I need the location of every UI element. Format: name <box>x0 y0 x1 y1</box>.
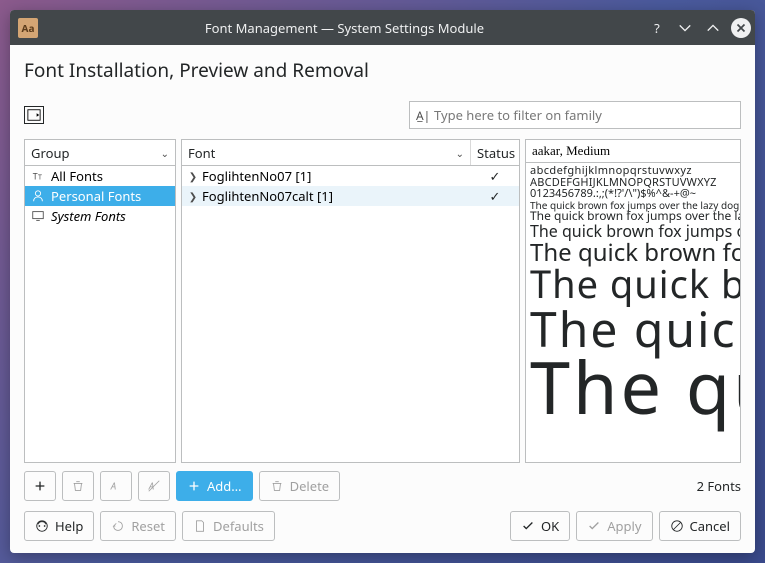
chevron-down-icon: ⌄ <box>161 146 169 160</box>
delete-button: Delete <box>259 471 341 501</box>
disable-font-button: A <box>138 471 170 501</box>
groups-pane: Group ⌄ TT All Fonts Personal Fonts Syste… <box>24 139 176 463</box>
svg-text:T: T <box>38 174 42 183</box>
delete-group-button <box>62 471 94 501</box>
help-icon <box>35 519 49 533</box>
help-button[interactable]: Help <box>24 511 94 541</box>
fonts-count: 2 Fonts <box>697 477 741 495</box>
titlebar: Aa Font Management — System Settings Mod… <box>10 10 755 45</box>
check-icon <box>587 519 601 533</box>
group-label: All Fonts <box>51 167 103 185</box>
toolbar-actions: A A Add… Delete 2 Fonts <box>24 471 741 501</box>
font-row[interactable]: ❯ FoglihtenNo07calt [1] ✓ <box>182 186 519 206</box>
fonts-header: Font⌄ Status <box>182 140 519 166</box>
font-status: ✓ <box>471 187 519 205</box>
window-title: Font Management — System Settings Module <box>46 19 643 37</box>
maximize-icon[interactable] <box>703 18 723 38</box>
expand-icon[interactable]: ❯ <box>186 169 200 183</box>
group-header-label: Group <box>31 144 69 162</box>
preview-body: abcdefghijklmnopqrstuvwxyz ABCDEFGHIJKLM… <box>526 163 740 462</box>
font-all-icon: TT <box>31 169 45 183</box>
plus-icon <box>187 479 201 493</box>
undo-icon <box>111 519 125 533</box>
add-button[interactable]: Add… <box>176 471 253 501</box>
preview-font-name: aakar, Medium <box>526 140 740 163</box>
content-area: Font Installation, Preview and Removal A… <box>10 45 755 553</box>
cancel-icon <box>670 519 684 533</box>
dialog-window: Aa Font Management — System Settings Mod… <box>10 10 755 553</box>
reset-button: Reset <box>100 511 176 541</box>
expand-icon[interactable]: ❯ <box>186 189 200 203</box>
trash-icon <box>71 479 85 493</box>
group-item-system[interactable]: System Fonts <box>25 206 175 226</box>
fonts-pane: Font⌄ Status ❯ FoglihtenNo07 [1] ✓ ❯ Fog… <box>181 139 520 463</box>
preview-pane: aakar, Medium abcdefghijklmnopqrstuvwxyz… <box>525 139 741 463</box>
filter-icon: A̲| <box>416 107 434 124</box>
toolbox-icon[interactable] <box>24 106 44 124</box>
top-row: A̲| <box>24 101 741 129</box>
group-item-personal[interactable]: Personal Fonts <box>25 186 175 206</box>
close-icon[interactable] <box>731 18 751 38</box>
page-title: Font Installation, Preview and Removal <box>24 57 741 83</box>
main-panes: Group ⌄ TT All Fonts Personal Fonts Syste… <box>24 139 741 463</box>
ok-button[interactable]: OK <box>510 511 570 541</box>
groups-header[interactable]: Group ⌄ <box>25 140 175 166</box>
dialog-buttons: Help Reset Defaults OK Apply Cancel <box>24 511 741 541</box>
status-column-header[interactable]: Status <box>471 140 519 165</box>
font-row[interactable]: ❯ FoglihtenNo07 [1] ✓ <box>182 166 519 186</box>
svg-text:A: A <box>110 480 116 493</box>
help-titlebar-icon[interactable]: ? <box>647 18 667 38</box>
svg-text:T: T <box>33 171 38 183</box>
user-icon <box>31 189 45 203</box>
fonts-list: ❯ FoglihtenNo07 [1] ✓ ❯ FoglihtenNo07cal… <box>182 166 519 462</box>
group-label: Personal Fonts <box>51 187 141 205</box>
font-enable-icon: A <box>109 479 123 493</box>
plus-icon <box>33 479 47 493</box>
document-icon <box>193 519 207 533</box>
svg-text:A: A <box>148 480 154 493</box>
new-group-button[interactable] <box>24 471 56 501</box>
group-label: System Fonts <box>51 207 126 225</box>
app-icon: Aa <box>18 18 38 38</box>
apply-button: Apply <box>576 511 652 541</box>
font-name: FoglihtenNo07calt [1] <box>200 187 471 205</box>
font-status: ✓ <box>471 167 519 185</box>
filter-box: A̲| <box>409 101 741 129</box>
font-disable-icon: A <box>147 479 161 493</box>
group-item-all[interactable]: TT All Fonts <box>25 166 175 186</box>
enable-font-button: A <box>100 471 132 501</box>
trash-icon <box>270 479 284 493</box>
chevron-down-icon: ⌄ <box>456 146 464 160</box>
cancel-button[interactable]: Cancel <box>659 511 741 541</box>
monitor-icon <box>31 209 45 223</box>
preview-sample: The quick brown fox jumps over the lazy … <box>530 355 736 420</box>
minimize-icon[interactable] <box>675 18 695 38</box>
groups-list: TT All Fonts Personal Fonts System Fonts <box>25 166 175 462</box>
font-column-header[interactable]: Font⌄ <box>182 140 471 165</box>
filter-input[interactable] <box>434 106 734 124</box>
font-name: FoglihtenNo07 [1] <box>200 167 471 185</box>
check-icon <box>521 519 535 533</box>
defaults-button: Defaults <box>182 511 275 541</box>
